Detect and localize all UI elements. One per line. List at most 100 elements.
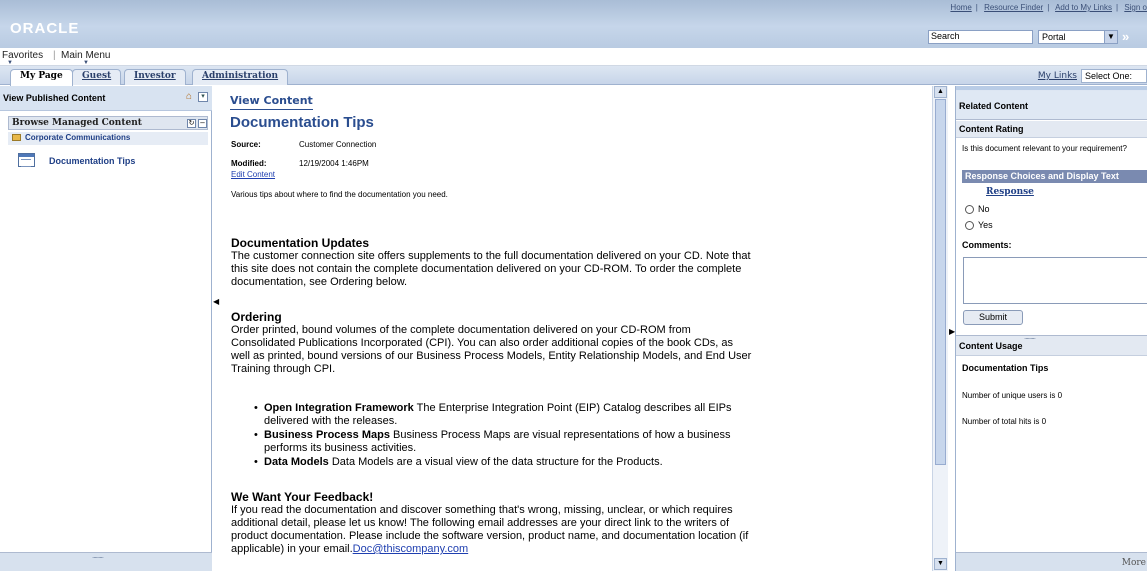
folder-label: Corporate Communications — [25, 133, 131, 142]
tab-bar: My Page Guest Investor Administration My… — [0, 66, 1147, 86]
section-title: Documentation Updates — [231, 236, 370, 250]
resize-grip-icon[interactable]: ......... — [92, 551, 104, 560]
radio-button[interactable] — [965, 205, 974, 215]
radio-button[interactable] — [965, 221, 974, 231]
browse-managed-content: Browse Managed Content ↻ – Corporate Com… — [8, 116, 208, 180]
related-content-header: Related Content — [956, 86, 1147, 120]
chevron-down-icon: ▼ — [1104, 31, 1117, 43]
home-link[interactable]: Home — [950, 3, 971, 12]
portal-select[interactable]: Portal ▼ — [1038, 30, 1118, 44]
bullet-text: Data Models are a visual view of the dat… — [328, 456, 663, 468]
list-item: Open Integration Framework The Enterpris… — [254, 402, 836, 428]
oracle-logo: ORACLE — [10, 20, 80, 37]
tab-guest[interactable]: Guest — [72, 69, 122, 85]
add-to-my-links-link[interactable]: Add to My Links — [1055, 3, 1112, 12]
scroll-down-icon[interactable]: ▼ — [934, 558, 947, 570]
collapse-icon[interactable]: ▾ — [198, 92, 208, 102]
my-links-select[interactable]: Select One: — [1081, 69, 1147, 83]
comments-label: Comments: — [962, 240, 1012, 250]
folder-item[interactable]: Corporate Communications — [8, 132, 208, 145]
comments-textarea[interactable] — [963, 257, 1147, 304]
response-column-header[interactable]: Response — [986, 187, 1034, 197]
scroll-up-icon[interactable]: ▲ — [934, 86, 947, 98]
edit-content-link[interactable]: Edit Content — [231, 170, 275, 179]
tab-investor[interactable]: Investor — [124, 69, 186, 85]
submit-button[interactable]: Submit — [963, 310, 1023, 325]
left-pagelet: View Published Content ⌂ ▾ Browse Manage… — [0, 86, 212, 571]
content-area: View Content Documentation Tips Source: … — [218, 86, 932, 571]
browse-title: Browse Managed Content — [12, 118, 142, 128]
right-pane-footer: More — [956, 552, 1147, 571]
updates-paragraph: The customer connection site offers supp… — [231, 250, 831, 289]
sign-out-link[interactable]: Sign o — [1124, 3, 1147, 12]
search-go-icon[interactable]: » — [1122, 29, 1129, 44]
response-table-header: Response Choices and Display Text — [962, 170, 1147, 183]
more-link[interactable]: More — [1122, 558, 1146, 568]
refresh-icon[interactable]: ↻ — [187, 119, 196, 128]
bullet-text: delivered with the releases. — [264, 415, 398, 427]
view-content-heading: View Content — [230, 94, 313, 110]
bullet-text: Business Process Maps are visual represe… — [389, 429, 731, 441]
text-line: Consolidated Publications Incorporated (… — [231, 337, 734, 349]
tab-my-page[interactable]: My Page — [10, 69, 73, 86]
source-value: Customer Connection — [299, 140, 377, 149]
source-label: Source: — [231, 140, 261, 149]
document-icon — [18, 153, 35, 167]
bullet-text: performs its business activities. — [264, 442, 417, 454]
document-item[interactable]: Documentation Tips — [8, 151, 208, 171]
header-links: Home | Resource Finder | Add to My Links | … — [950, 3, 1147, 12]
portal-select-value: Portal — [1042, 32, 1066, 42]
portal-header: ORACLE Home | Resource Finder | Add to My … — [0, 0, 1147, 48]
text-line: applicable) in your email.Doc@thiscompan… — [231, 543, 831, 556]
text-line: documentation, see Ordering below. — [231, 276, 408, 288]
main-menu[interactable]: Main Menu ▼ — [61, 50, 110, 66]
minimize-icon[interactable]: – — [198, 119, 207, 128]
browse-header: Browse Managed Content ↻ – — [8, 116, 208, 130]
tab-administration[interactable]: Administration — [192, 69, 289, 85]
home-icon[interactable]: ⌂ — [186, 92, 196, 102]
text-line: The customer connection site offers supp… — [231, 250, 751, 262]
radio-label: No — [978, 204, 990, 214]
resource-finder-link[interactable]: Resource Finder — [984, 3, 1043, 12]
right-pagelet: Related Content Content Rating Is this d… — [955, 86, 1147, 571]
bullet-term: Open Integration Framework — [264, 402, 414, 414]
section-title: Ordering — [231, 310, 282, 324]
modified-label: Modified: — [231, 159, 267, 168]
my-links-link[interactable]: My Links — [1038, 71, 1077, 81]
text-line: additional detail, please let us know! T… — [231, 517, 730, 529]
content-usage-header: ......... Content Usage — [956, 332, 1147, 356]
bullet-text: The Enterprise Integration Point (EIP) C… — [413, 402, 732, 414]
total-hits-text: Number of total hits is 0 — [962, 417, 1047, 426]
bullet-list: Open Integration Framework The Enterpris… — [254, 402, 836, 470]
document-label: Documentation Tips — [49, 156, 136, 166]
radio-label: Yes — [978, 220, 993, 230]
summary-text: Various tips about where to find the doc… — [231, 190, 448, 199]
feedback-last-line: applicable) in your email. — [231, 543, 353, 555]
content-rating-title: Content Rating — [959, 124, 1024, 134]
related-content-title: Related Content — [959, 101, 1029, 111]
content-scrollbar[interactable]: ▲ ▼ — [932, 86, 948, 571]
email-link[interactable]: Doc@thiscompany.com — [353, 543, 469, 555]
text-line: Training through CPI. — [231, 363, 336, 375]
radio-option-yes[interactable]: Yes — [965, 220, 993, 231]
search-input[interactable]: Search — [928, 30, 1033, 44]
content-usage-title: Content Usage — [959, 341, 1023, 351]
resize-grip-icon[interactable]: ......... — [1024, 332, 1036, 341]
left-pane-footer: ......... — [0, 551, 212, 571]
ordering-paragraph: Order printed, bound volumes of the comp… — [231, 324, 831, 376]
menu-bar: Favorites ▼ | Main Menu ▼ — [0, 48, 1147, 66]
favorites-menu[interactable]: Favorites ▼ — [2, 50, 43, 66]
bullet-term: Data Models — [264, 456, 329, 468]
pagelet-title: View Published Content — [3, 93, 106, 103]
search-placeholder: Search — [931, 31, 960, 41]
page-title: Documentation Tips — [230, 114, 374, 131]
list-item: Business Process Maps Business Process M… — [254, 429, 836, 455]
scroll-thumb[interactable] — [935, 99, 946, 465]
radio-option-no[interactable]: No — [965, 204, 990, 215]
list-item: Data Models Data Models are a visual vie… — [254, 456, 836, 469]
text-line: Order printed, bound volumes of the comp… — [231, 324, 691, 336]
text-line: product documentation. Please include th… — [231, 530, 749, 542]
modified-value: 12/19/2004 1:46PM — [299, 159, 369, 168]
content-rating-header: Content Rating — [956, 121, 1147, 138]
feedback-paragraph: If you read the documentation and discov… — [231, 504, 831, 556]
